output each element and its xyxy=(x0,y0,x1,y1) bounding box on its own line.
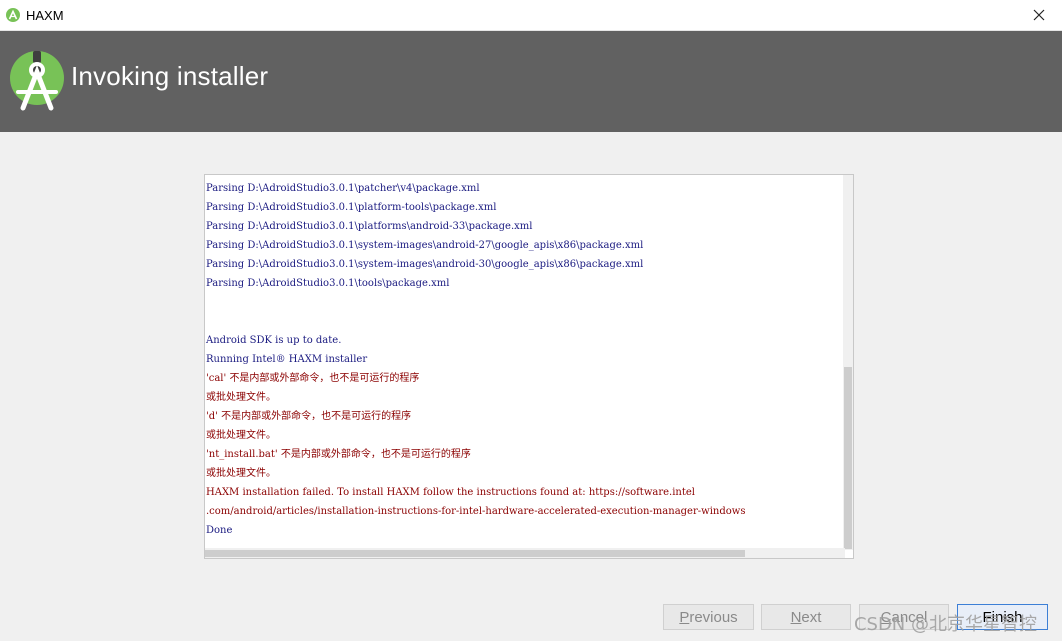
console-line: HAXM installation failed. To install HAX… xyxy=(206,487,695,498)
horizontal-scrollbar[interactable] xyxy=(205,548,845,558)
console-line: 'cal' 不是内部或外部命令，也不是可运行的程序 xyxy=(206,373,420,384)
console-line: Parsing D:\AdroidStudio3.0.1\platform-to… xyxy=(206,202,497,213)
console-line: 或批处理文件。 xyxy=(206,468,276,479)
console-line: Parsing D:\AdroidStudio3.0.1\system-imag… xyxy=(206,240,644,251)
horizontal-scrollbar-thumb[interactable] xyxy=(205,550,745,557)
console-line: 'd' 不是内部或外部命令，也不是可运行的程序 xyxy=(206,411,412,422)
vertical-scrollbar-thumb[interactable] xyxy=(844,367,852,549)
console-line: Parsing D:\AdroidStudio3.0.1\system-imag… xyxy=(206,259,644,270)
vertical-scrollbar[interactable] xyxy=(843,175,853,550)
watermark: CSDN @北京华星智控 xyxy=(853,614,1037,635)
next-button[interactable]: Next xyxy=(761,604,851,630)
previous-button[interactable]: Previous xyxy=(663,604,754,630)
console-line: 'nt_install.bat' 不是内部或外部命令，也不是可运行的程序 xyxy=(206,449,471,460)
wizard-header: Invoking installer xyxy=(0,31,1062,132)
android-studio-logo xyxy=(10,51,64,111)
console-line: Parsing D:\AdroidStudio3.0.1\patcher\v4\… xyxy=(206,183,480,194)
console-line: Parsing D:\AdroidStudio3.0.1\platforms\a… xyxy=(206,221,533,232)
close-button[interactable] xyxy=(1016,0,1062,30)
installer-output-console[interactable]: Parsing D:\AdroidStudio3.0.1\patcher\v4\… xyxy=(204,174,854,559)
close-icon xyxy=(1033,9,1045,21)
console-line: Done xyxy=(206,525,233,536)
title-bar: HAXM xyxy=(0,0,1062,31)
android-studio-icon xyxy=(6,8,20,22)
console-line: Parsing D:\AdroidStudio3.0.1\tools\packa… xyxy=(206,278,450,289)
console-line: .com/android/articles/installation-instr… xyxy=(206,506,746,517)
page-title: Invoking installer xyxy=(71,61,269,91)
console-lines: Parsing D:\AdroidStudio3.0.1\patcher\v4\… xyxy=(205,179,845,540)
window-title: HAXM xyxy=(26,8,64,23)
console-line: 或批处理文件。 xyxy=(206,392,276,403)
console-line: Running Intel® HAXM installer xyxy=(206,354,368,365)
console-line: Android SDK is up to date. xyxy=(206,335,342,346)
console-line: 或批处理文件。 xyxy=(206,430,276,441)
